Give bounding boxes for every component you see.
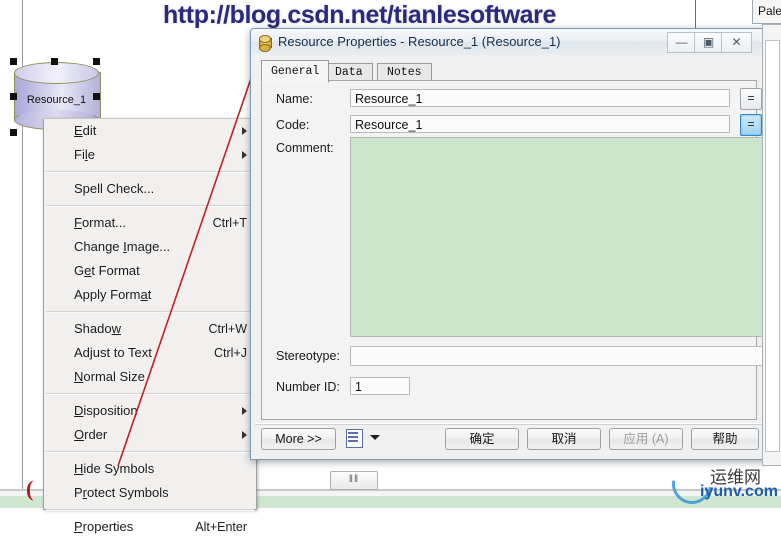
comment-label: Comment:	[276, 141, 334, 155]
apply-button[interactable]: 应用 (A)	[609, 428, 683, 450]
menu-item-protect-symbols[interactable]: Protect Symbols	[44, 481, 256, 505]
menu-item-normal-size[interactable]: Normal Size	[44, 365, 256, 389]
selection-handle-tc[interactable]	[51, 58, 58, 65]
code-equals-button[interactable]: =	[740, 114, 762, 136]
logo-domain-text: iyunv.com	[700, 483, 778, 500]
code-label: Code:	[276, 118, 310, 132]
menu-item-properties[interactable]: Properties Alt+Enter	[44, 515, 256, 539]
name-equals-button[interactable]: =	[740, 88, 762, 110]
selection-handle-mr[interactable]	[93, 93, 100, 100]
menu-item-disposition[interactable]: Disposition	[44, 399, 256, 423]
right-panel-content[interactable]	[765, 40, 780, 452]
menu-item-accelerator: Ctrl+W	[208, 322, 247, 336]
menu-item-label: Hide Symbols	[74, 461, 155, 476]
stereotype-combobox[interactable]	[350, 346, 781, 366]
submenu-arrow-icon	[242, 127, 247, 135]
menu-separator	[46, 205, 254, 207]
menu-item-label: Properties	[74, 519, 134, 534]
menu-item-label: Change Image...	[74, 239, 171, 254]
menu-item-shadow[interactable]: Shadow Ctrl+W	[44, 317, 256, 341]
cylinder-icon	[257, 34, 273, 52]
menu-item-order[interactable]: Order	[44, 423, 256, 447]
menu-separator	[46, 311, 254, 313]
context-menu[interactable]: Edit File Spell Check... Format... Ctrl+T Cha…	[43, 118, 257, 534]
menu-item-label: Normal Size	[74, 369, 145, 384]
menu-separator	[46, 451, 254, 453]
submenu-arrow-icon	[242, 151, 247, 159]
name-label: Name:	[276, 92, 313, 106]
menu-item-hide-symbols[interactable]: Hide Symbols	[44, 457, 256, 481]
menu-item-change-image[interactable]: Change Image...	[44, 235, 256, 259]
menu-item-label: Order	[74, 427, 108, 442]
selection-handle-ml[interactable]	[10, 93, 17, 100]
menu-item-accelerator: Ctrl+T	[212, 216, 247, 230]
menu-item-label: Format...	[74, 215, 127, 230]
menu-item-label: Adjust to Text	[74, 345, 152, 360]
maximize-button[interactable]: ▣	[694, 32, 722, 53]
horizontal-scroll-thumb[interactable]: ‖‖	[330, 471, 378, 490]
close-icon: ✕	[731, 35, 742, 49]
dialog-titlebar[interactable]: Resource Properties - Resource_1 (Resour…	[251, 29, 767, 55]
menu-separator	[46, 393, 254, 395]
annotation-paren-icon: (	[26, 476, 34, 501]
menu-item-adjust-to-text[interactable]: Adjust to Text Ctrl+J	[44, 341, 256, 365]
code-input[interactable]: Resource_1	[350, 115, 730, 133]
chevron-down-icon[interactable]	[370, 435, 380, 440]
menu-item-label: Disposition	[74, 403, 138, 418]
stereotype-label: Stereotype:	[276, 349, 340, 363]
comment-textarea[interactable]: ▲ ▼	[350, 137, 781, 337]
dialog-body: General Data Notes Name: Resource_1 = Co…	[255, 56, 781, 455]
ok-button[interactable]: 确定	[445, 428, 519, 450]
menu-item-label: Shadow	[74, 321, 121, 336]
tab-panel-general: Name: Resource_1 = Code: Resource_1 = Co…	[261, 80, 781, 420]
cancel-button[interactable]: 取消	[527, 428, 601, 450]
help-button[interactable]: 帮助	[691, 428, 759, 450]
menu-item-accelerator: Ctrl+J	[214, 346, 247, 360]
menu-item-label: Get Format	[74, 263, 140, 278]
menu-item-apply-format[interactable]: Apply Format	[44, 283, 256, 307]
site-logo-watermark: 运维网 iyunv.com	[664, 456, 778, 512]
minimize-button[interactable]: —	[667, 32, 695, 53]
tab-strip[interactable]: General Data Notes	[261, 60, 757, 83]
close-button[interactable]: ✕	[721, 32, 752, 53]
menu-item-edit[interactable]: Edit	[44, 119, 256, 143]
canvas-vertical-divider	[695, 0, 696, 28]
footer-divider	[255, 423, 763, 425]
submenu-arrow-icon	[242, 431, 247, 439]
blog-url-watermark: http://blog.csdn.net/tianlesoftware	[163, 1, 556, 29]
dialog-title: Resource Properties - Resource_1 (Resour…	[278, 34, 561, 49]
selection-handle-bl[interactable]	[10, 129, 17, 136]
number-id-label: Number ID:	[276, 380, 340, 394]
dialog-footer: More >> 确定 取消 应用 (A) 帮助	[255, 423, 763, 455]
menu-item-format[interactable]: Format... Ctrl+T	[44, 211, 256, 235]
tab-general[interactable]: General	[261, 60, 330, 83]
menu-item-label: Apply Format	[74, 287, 152, 302]
more-button[interactable]: More >>	[261, 428, 336, 450]
menu-item-label: Spell Check...	[74, 181, 155, 196]
menu-item-get-format[interactable]: Get Format	[44, 259, 256, 283]
menu-separator	[46, 509, 254, 511]
cylinder-top-icon	[14, 62, 99, 84]
selection-handle-tl[interactable]	[10, 58, 17, 65]
menu-item-file[interactable]: File	[44, 143, 256, 167]
maximize-icon: ▣	[702, 35, 715, 49]
menu-item-spell-check[interactable]: Spell Check...	[44, 177, 256, 201]
menu-item-label: Protect Symbols	[74, 485, 169, 500]
menu-separator	[46, 171, 254, 173]
menu-item-label: File	[74, 147, 95, 162]
selection-handle-tr[interactable]	[93, 58, 100, 65]
submenu-arrow-icon	[242, 407, 247, 415]
menu-item-label: Edit	[74, 123, 97, 138]
number-id-input[interactable]: 1	[350, 377, 410, 395]
resource-properties-dialog[interactable]: Resource Properties - Resource_1 (Resour…	[250, 28, 781, 460]
menu-item-accelerator: Alt+Enter	[195, 520, 247, 534]
name-input[interactable]: Resource_1	[350, 89, 730, 107]
list-sheet-icon[interactable]	[345, 429, 363, 448]
minimize-icon: —	[675, 35, 688, 49]
resource-symbol-label: Resource_1	[26, 94, 87, 106]
palette-panel-title[interactable]: Palet	[752, 0, 781, 24]
